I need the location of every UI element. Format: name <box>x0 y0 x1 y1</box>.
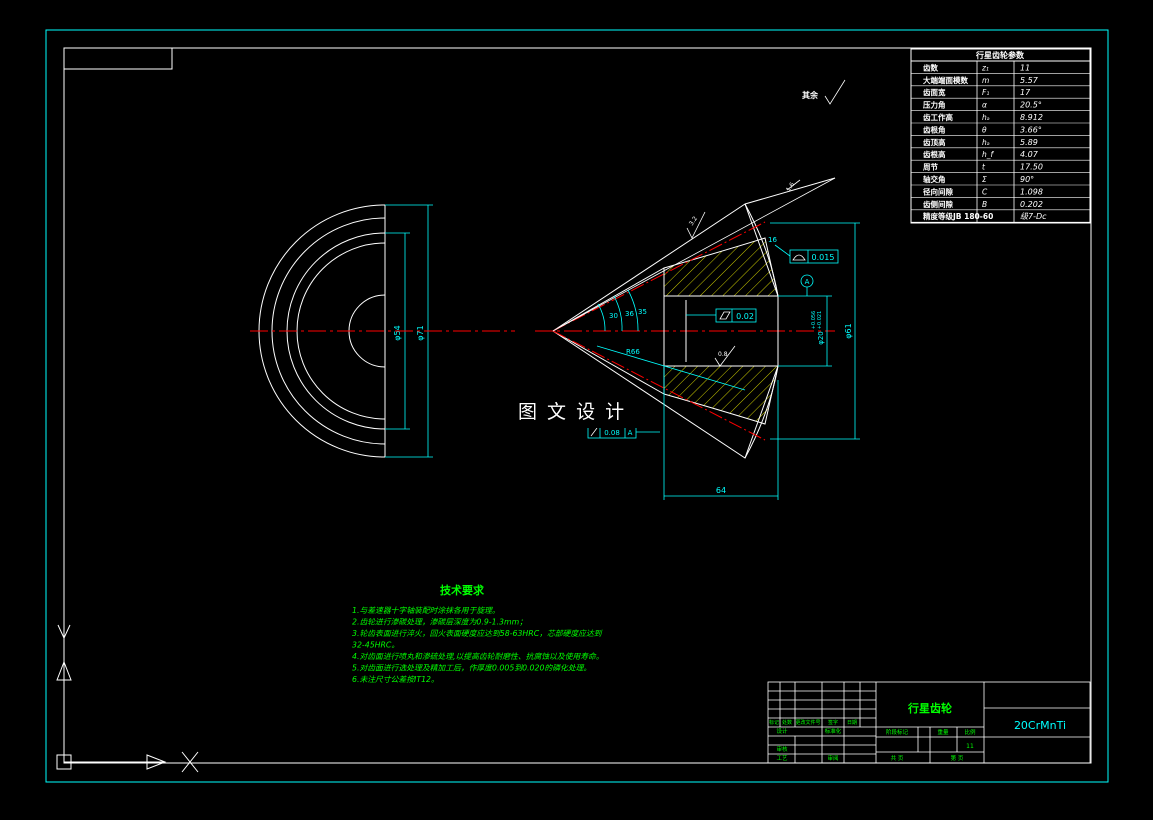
param-name: 压力角 <box>923 100 946 110</box>
dim-ang2: 36 <box>625 310 634 318</box>
dim-len16: 16 <box>768 236 777 244</box>
label-weight: 重量 <box>937 728 949 736</box>
dim-r66: R66 <box>626 348 640 356</box>
label-ratio: 比例 <box>964 728 976 736</box>
param-name: 精度等级JB 180-60 <box>923 211 993 221</box>
title-block-labels: 标记 处数 更改文件号 签字 日期设计 标准化审核工艺 审阅 阶段标记 重量 比例共 页 第 页 <box>769 719 976 762</box>
label-designer: 设计 <box>776 727 788 735</box>
param-name: 大端端面模数 <box>923 75 968 85</box>
param-symbol: C <box>982 187 988 196</box>
param-symbol: α <box>982 101 987 110</box>
ucs-icon <box>56 624 199 773</box>
param-value: 4.07 <box>1020 150 1039 159</box>
tech-req-item: 4.对齿面进行喷丸和渗硫处理,以提高齿轮耐磨性、抗腐蚀以及使用寿命。 <box>352 652 604 661</box>
tol-runout: 0.08 <box>604 429 620 437</box>
param-value: 5.89 <box>1020 138 1038 147</box>
param-name: 齿面宽 <box>923 87 946 97</box>
cad-drawing: φ54 φ71 30 36 35 R66 16 φ61 φ20 +0.056 +… <box>45 29 1109 783</box>
param-symbol: z₁ <box>981 63 989 72</box>
tech-req-item: 2.齿轮进行渗碳处理，渗碳层深度为0.9-1.3mm； <box>352 618 527 627</box>
title-block-label: 处数 <box>782 719 792 726</box>
datum-label: A <box>805 278 810 286</box>
param-value: 20.5° <box>1020 101 1042 110</box>
tech-req-list: 1.与差速器十字轴装配时涂抹各用于旋理。 2.齿轮进行渗碳处理，渗碳层深度为0.9… <box>352 606 604 684</box>
tol-flatness: 0.02 <box>736 312 754 321</box>
param-symbol: F₁ <box>982 88 989 97</box>
param-symbol: t <box>982 163 986 172</box>
param-value: 8.912 <box>1020 113 1043 122</box>
top-left-box <box>63 47 173 70</box>
tech-req-item: 5.对齿面进行选处理及精加工后，作厚度0.005到0.020的磷化处理。 <box>352 664 591 673</box>
param-name: 齿数 <box>923 62 938 72</box>
label-stage: 阶段标记 <box>886 728 909 736</box>
dim-d71: φ71 <box>416 325 425 340</box>
gear-params-rows: 齿数 z₁ 11 大端端面模数 m 5.57 齿面宽 F₁ 17 压力角 α 20.5° 齿工作高 hₐ 8… <box>911 62 1090 223</box>
rough-0-8: 0.8 <box>718 351 728 358</box>
param-name: 齿根角 <box>923 124 946 134</box>
tech-req-item: 3.轮齿表面进行淬火，回火表面硬度应达到58-63HRC，芯部硬度应达到 <box>352 629 603 638</box>
param-value: 11 <box>1020 63 1030 72</box>
label-approved: 审阅 <box>827 754 838 762</box>
param-symbol: hₐ <box>982 138 990 147</box>
param-symbol: B <box>982 200 987 209</box>
tech-req-item: 1.与差速器十字轴装配时涂抹各用于旋理。 <box>352 606 500 615</box>
title-block-label: 日期 <box>847 720 857 726</box>
dim-d61: φ61 <box>844 323 853 338</box>
title-block-label: 签字 <box>828 719 838 726</box>
param-name: 径向间隙 <box>923 186 953 196</box>
material: 20CrMnTi <box>1014 719 1066 732</box>
tol-profile: 0.015 <box>812 253 835 262</box>
label-checker: 审核 <box>776 745 788 753</box>
watermark: 图 文 设 计 <box>518 401 626 423</box>
label-sheets-total: 共 页 <box>891 754 904 762</box>
param-symbol: Σ <box>982 175 987 184</box>
dim-d54: φ54 <box>393 325 402 340</box>
tech-req-title: 技术要求 <box>440 583 485 597</box>
param-symbol: hₐ <box>982 113 990 122</box>
surface-finish-note: 其余 <box>802 90 819 100</box>
tech-req-item: 32-45HRC。 <box>352 641 399 650</box>
gear-params-title: 行星齿轮参数 <box>975 50 1025 60</box>
tech-req-item: 6.未注尺寸公差按IT12。 <box>352 675 439 684</box>
dim-d20: φ20 <box>817 331 825 345</box>
param-symbol: m <box>982 76 989 85</box>
dim-ang1: 30 <box>609 312 618 320</box>
param-value: 5.57 <box>1020 76 1039 85</box>
title-block-label: 更改文件号 <box>795 719 820 726</box>
rough-3-2: 3.2 <box>688 215 699 227</box>
param-value: 1.098 <box>1020 187 1043 196</box>
param-value: 级7-Dc <box>1020 212 1047 221</box>
rough-1-6: 1.6 <box>785 181 796 193</box>
param-name: 齿工作高 <box>923 112 953 122</box>
param-value: 3.66° <box>1020 125 1042 134</box>
tol-runout-datum: A <box>628 429 633 437</box>
param-symbol: θ <box>982 125 987 134</box>
dim-ang3: 35 <box>638 308 647 316</box>
param-name: 周节 <box>923 162 938 172</box>
sheet-number: 11 <box>966 743 974 750</box>
param-value: 17.50 <box>1020 163 1043 172</box>
param-value: 17 <box>1020 88 1031 97</box>
part-name: 行星齿轮 <box>907 701 952 715</box>
param-value: 0.202 <box>1020 200 1043 209</box>
dim-d20-tol-dn: +0.021 <box>817 311 823 330</box>
param-name: 齿顶高 <box>923 137 946 147</box>
label-sheet-no: 第 页 <box>951 754 964 762</box>
dim-len64: 64 <box>716 486 726 495</box>
label-process: 工艺 <box>776 755 788 762</box>
param-symbol: h_f <box>982 150 995 159</box>
param-name: 齿侧间隙 <box>923 199 953 209</box>
label-standard: 标准化 <box>825 727 842 735</box>
param-value: 90° <box>1020 175 1034 184</box>
title-block-label: 标记 <box>769 719 779 726</box>
param-name: 轴交角 <box>923 174 946 184</box>
param-name: 齿根高 <box>923 149 946 159</box>
